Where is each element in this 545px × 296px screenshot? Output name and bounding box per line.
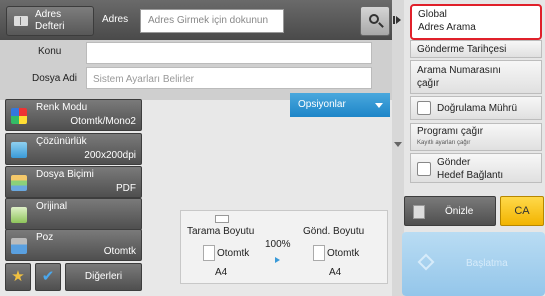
setting-title: Dosya Biçimi (36, 169, 94, 180)
check-button[interactable]: ✔ (35, 263, 61, 291)
setting-exposure[interactable]: Poz Otomtk (5, 229, 142, 261)
address-book-label: Adres Defteri (35, 9, 65, 32)
setting-title: Renk Modu (36, 102, 88, 113)
verify-stamp-button[interactable]: Doğrulama Mührü (410, 96, 542, 120)
ratio-value: 100% (265, 239, 291, 250)
bottom-buttons: ★ ✔ Diğerleri (5, 263, 142, 291)
arrow-right-icon (275, 257, 280, 263)
filename-field[interactable]: Sistem Ayarları Belirler (86, 67, 372, 89)
send-mode-value: Otomtk (327, 248, 360, 259)
address-input[interactable]: Adres Girmek için dokunun (140, 9, 284, 33)
setting-value: 200x200dpi (84, 150, 136, 161)
preview-button[interactable]: Önizle (404, 196, 496, 226)
checkmark-icon: ✔ (41, 268, 55, 285)
chevron-down-icon (394, 142, 402, 147)
document-icon (313, 245, 325, 261)
setting-file-format[interactable]: Dosya Biçimi PDF (5, 166, 142, 198)
filename-label: Dosya Adi (32, 73, 78, 84)
subject-label: Konu (38, 46, 62, 57)
chevron-down-icon (375, 103, 383, 108)
subject-field[interactable] (86, 42, 372, 64)
send-link-label: Gönder Hedef Bağlantı (437, 157, 504, 181)
verify-stamp-label: Doğrulama Mührü (437, 103, 518, 114)
setting-title: Çözünürlük (36, 136, 87, 147)
start-icon (417, 253, 435, 271)
clear-all-button[interactable]: CA (500, 196, 544, 226)
chevron-right-icon (396, 16, 401, 24)
setting-value: PDF (116, 183, 136, 194)
address-label: Adres (102, 14, 129, 25)
verify-stamp-checkbox[interactable] (417, 101, 431, 115)
document-icon (203, 245, 215, 261)
send-history-button[interactable]: Gönderme Tarihçesi (410, 40, 542, 58)
color-mode-icon (11, 108, 27, 124)
setting-title: Orijinal (36, 201, 68, 212)
start-label: Başlatma (466, 258, 508, 269)
scanner-icon (215, 215, 229, 223)
search-button[interactable] (360, 6, 390, 36)
scan-size-label: Tarama Boyutu (187, 226, 255, 237)
setting-title: Poz (36, 232, 54, 243)
send-paper-value: A4 (329, 267, 342, 278)
setting-value: Otomtk (103, 246, 136, 257)
size-preview-panel[interactable]: Tarama Boyutu Gönd. Boyutu Otomtk 100% O… (180, 210, 388, 284)
scan-paper-value: A4 (215, 267, 228, 278)
others-button[interactable]: Diğerleri (65, 263, 142, 291)
exposure-icon (11, 238, 27, 254)
options-label: Opsiyonlar (298, 99, 346, 110)
file-format-icon (11, 175, 27, 191)
address-book-button[interactable]: Adres Defteri (6, 6, 94, 36)
send-link-button[interactable]: Gönder Hedef Bağlantı (410, 153, 542, 183)
setting-original[interactable]: Orijinal (5, 198, 142, 230)
call-program-button[interactable]: Programı çağır Kayıtlı ayarları çağır (410, 123, 542, 151)
call-program-label: Programı çağır (417, 126, 484, 137)
start-button[interactable]: Başlatma (402, 232, 545, 296)
send-link-checkbox[interactable] (417, 162, 431, 176)
favorite-button[interactable]: ★ (5, 263, 31, 291)
star-icon: ★ (11, 268, 25, 285)
options-button[interactable]: Opsiyonlar (290, 93, 390, 117)
scan-mode-value: Otomtk (217, 248, 250, 259)
preview-label: Önizle (445, 206, 474, 217)
setting-color-mode[interactable]: Renk Modu Otomtk/Mono2 (5, 99, 142, 131)
address-book-icon (14, 16, 28, 26)
call-program-sublabel: Kayıtlı ayarları çağır (417, 140, 471, 146)
send-size-label: Gönd. Boyutu (303, 226, 365, 237)
call-number-button[interactable]: Arama Numarasını çağır (410, 60, 542, 94)
setting-resolution[interactable]: Çözünürlük 200x200dpi (5, 133, 142, 165)
preview-icon (413, 205, 425, 219)
resolution-icon (11, 142, 27, 158)
setting-value: Otomtk/Mono2 (70, 116, 136, 127)
global-address-search-button[interactable]: Global Adres Arama (410, 4, 542, 40)
original-icon (11, 207, 27, 223)
